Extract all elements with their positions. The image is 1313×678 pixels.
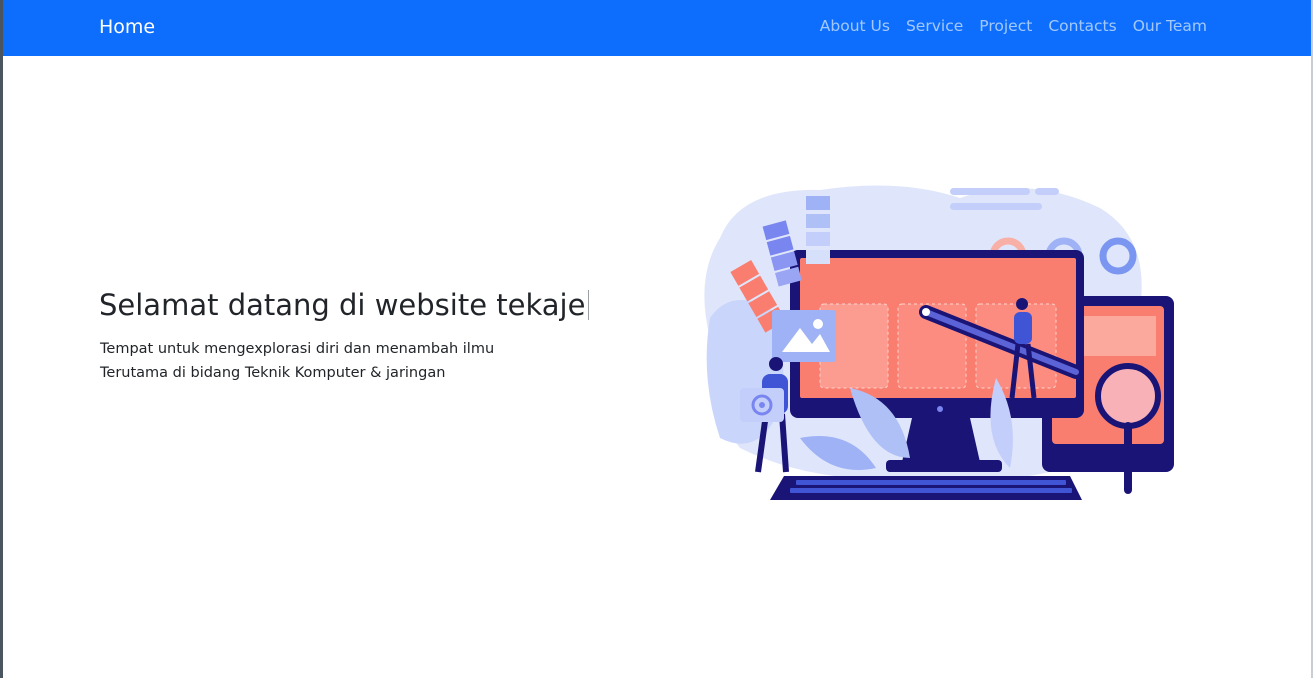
- hero-description: Tempat untuk mengexplorasi diri dan mena…: [100, 338, 494, 385]
- nav-link-about-us[interactable]: About Us: [820, 17, 890, 35]
- hero-illustration: [704, 185, 1174, 500]
- hero-line-1: Tempat untuk mengexplorasi diri dan mena…: [100, 341, 495, 357]
- typing-cursor: [588, 290, 590, 320]
- image-icon: [772, 310, 836, 362]
- nav-link-service[interactable]: Service: [906, 17, 963, 35]
- nav-link-contacts[interactable]: Contacts: [1048, 17, 1116, 35]
- hero-title-text: Selamat datang di website tekaje: [99, 288, 586, 322]
- chart-line-3: [950, 203, 1042, 210]
- chart-line-1: [950, 188, 1030, 195]
- hero-title: Selamat datang di website tekaje: [99, 288, 590, 322]
- window-border-left: [0, 0, 3, 678]
- keyboard-icon: [770, 476, 1082, 500]
- hero-line-2: Terutama di bidang Teknik Komputer & jar…: [100, 364, 446, 381]
- home-link[interactable]: Home: [99, 16, 155, 38]
- chart-line-2: [1035, 188, 1059, 195]
- nav-links: About Us Service Project Contacts Our Te…: [820, 17, 1207, 35]
- gear-icon: [740, 388, 784, 422]
- top-navbar: Home About Us Service Project Contacts O…: [3, 0, 1311, 56]
- nav-link-our-team[interactable]: Our Team: [1133, 17, 1207, 35]
- nav-link-project[interactable]: Project: [979, 17, 1032, 35]
